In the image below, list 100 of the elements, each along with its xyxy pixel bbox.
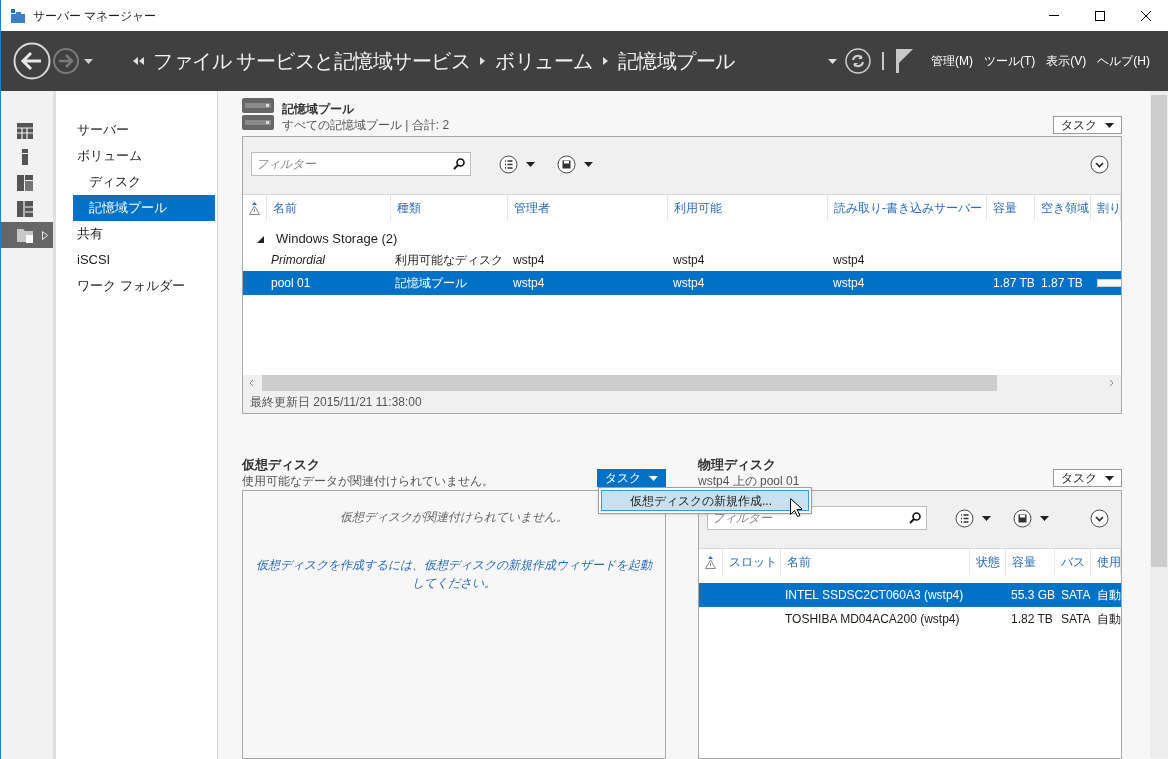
table-cell: SATA xyxy=(1061,612,1091,626)
column-header[interactable]: スロット xyxy=(722,549,781,575)
column-header[interactable]: 名前 xyxy=(266,195,391,221)
breadcrumb-link[interactable]: ファイル サービスと記憶域サービス xyxy=(153,46,471,76)
chevron-right-icon[interactable] xyxy=(602,57,608,65)
caret-icon[interactable] xyxy=(828,58,837,64)
chevron-right-icon[interactable] xyxy=(480,57,486,65)
menu-item[interactable]: ヘルプ(H) xyxy=(1097,52,1150,70)
column-header[interactable]: 管理者 xyxy=(508,195,668,221)
table-cell: INTEL SSDSC2CT060A3 (wstp4) xyxy=(785,588,964,602)
menu-item[interactable]: 表示(V) xyxy=(1046,52,1087,70)
table-row[interactable]: INTEL SSDSC2CT060A3 (wstp4) 55.3 GB SATA 自動 xyxy=(699,583,1121,607)
section-title: 仮想ディスク xyxy=(242,456,321,473)
table-cell: 自動 xyxy=(1097,612,1121,626)
scrollbar[interactable] xyxy=(1150,91,1168,758)
section-subtitle: すべての記憶域プール | 合計: 2 xyxy=(282,117,450,133)
table-row[interactable]: Primordial 利用可能なディスク wstp4 wstp4 wstp4 xyxy=(243,249,1121,271)
chevron-right-icon xyxy=(42,230,48,240)
breadcrumb-link[interactable]: 記憶域プール xyxy=(617,46,735,76)
table-cell: 55.3 GB xyxy=(1011,588,1055,602)
forward-icon[interactable] xyxy=(53,48,79,74)
last-updated-text: 最終更新日 2015/11/21 11:38:00 xyxy=(250,394,422,411)
column-header[interactable]: 容量 xyxy=(987,195,1036,221)
task-button[interactable]: タスク xyxy=(597,469,666,487)
task-button[interactable]: タスク xyxy=(1053,116,1122,134)
table-cell: 自動 xyxy=(1097,588,1121,602)
section-subtitle: 使用可能なデータが関連付けられていません。 xyxy=(242,473,494,490)
search-icon[interactable] xyxy=(909,512,921,524)
search-icon[interactable] xyxy=(453,158,465,170)
expand-icon[interactable] xyxy=(1090,155,1109,174)
column-header[interactable]: 割り xyxy=(1091,195,1121,221)
hint-text: 仮想ディスクを作成するには、仮想ディスクの新規作成ウィザードを起動してください。 xyxy=(255,557,654,592)
table-cell: wstp4 xyxy=(673,253,705,267)
nav-item[interactable]: 記憶域プール xyxy=(73,195,215,221)
list-icon[interactable] xyxy=(499,155,518,174)
expand-icon[interactable] xyxy=(1090,509,1109,528)
column-header[interactable]: 容量 xyxy=(1005,549,1056,575)
breadcrumb-link[interactable]: ボリューム xyxy=(495,46,593,76)
column-header[interactable]: 種類 xyxy=(390,195,509,221)
caret-icon[interactable] xyxy=(1105,475,1114,481)
task-button[interactable]: タスク xyxy=(1053,469,1122,487)
table-cell: pool 01 xyxy=(271,276,311,290)
table-cell: wstp4 xyxy=(513,276,545,290)
nav-item[interactable]: ディスク xyxy=(73,169,215,195)
double-arrow-icon[interactable] xyxy=(133,57,145,65)
folder-icon[interactable] xyxy=(17,227,33,243)
nav-item[interactable]: ワーク フォルダー xyxy=(73,273,215,299)
caret-icon[interactable] xyxy=(526,162,535,167)
warning-icon[interactable] xyxy=(704,555,716,569)
caret-icon[interactable] xyxy=(982,516,991,521)
column-header[interactable]: 名前 xyxy=(780,549,970,575)
table-cell: TOSHIBA MD04ACA200 (wstp4) xyxy=(785,612,960,626)
save-icon[interactable] xyxy=(557,155,576,174)
back-icon[interactable] xyxy=(13,42,51,80)
refresh-icon[interactable] xyxy=(845,48,871,74)
dashboard-icon[interactable] xyxy=(17,123,33,139)
list-icon[interactable] xyxy=(955,509,974,528)
column-header[interactable]: 空き領域 xyxy=(1035,195,1092,221)
column-header[interactable]: 利用可能 xyxy=(668,195,828,221)
save-icon[interactable] xyxy=(1013,509,1032,528)
empty-message: 仮想ディスクが関連付けられていません。 xyxy=(340,509,568,526)
caret-icon[interactable] xyxy=(1040,516,1049,521)
menu-item[interactable]: 仮想ディスクの新規作成... xyxy=(601,490,809,511)
column-header[interactable]: 状態 xyxy=(969,549,1006,575)
nav-item[interactable]: ボリューム xyxy=(73,143,215,169)
app-icon xyxy=(10,7,26,24)
menu-item[interactable]: ツール(T) xyxy=(984,52,1036,70)
caret-icon[interactable] xyxy=(1105,122,1114,128)
nav-item[interactable]: 共有 xyxy=(73,221,215,247)
flag-icon[interactable] xyxy=(895,49,913,73)
table-row[interactable]: TOSHIBA MD04ACA200 (wstp4) 1.82 TB SATA 自動 xyxy=(699,607,1121,631)
section-title: 物理ディスク xyxy=(698,456,777,473)
caret-icon[interactable] xyxy=(584,162,593,167)
expanded-icon[interactable] xyxy=(257,235,264,243)
table-cell: Primordial xyxy=(271,253,325,267)
table-cell: 記憶域プール xyxy=(395,276,467,290)
warning-icon[interactable] xyxy=(248,201,260,215)
column-header[interactable]: 使用 xyxy=(1091,549,1121,575)
table-cell: 1.87 TB xyxy=(993,276,1035,290)
window-title: サーバー マネージャー xyxy=(33,7,157,25)
scrollbar[interactable] xyxy=(243,375,1121,391)
table-cell: wstp4 xyxy=(513,253,545,267)
table-cell: SATA xyxy=(1061,588,1091,602)
table-cell: wstp4 xyxy=(833,276,865,290)
table-cell: 1.82 TB xyxy=(1011,612,1053,626)
section-title: 記憶域プール xyxy=(282,101,355,117)
table-cell: 利用可能なディスク xyxy=(395,253,503,267)
menu-item[interactable]: 管理(M) xyxy=(931,52,973,70)
group-label: Windows Storage (2) xyxy=(276,230,398,249)
table-row[interactable]: pool 01 記憶域プール wstp4 wstp4 wstp4 1.87 TB 1.87 TB xyxy=(243,271,1121,295)
column-header[interactable]: 読み取り-書き込みサーバー xyxy=(827,195,988,221)
table-cell: wstp4 xyxy=(673,276,705,290)
nav-item[interactable]: iSCSI xyxy=(73,247,215,273)
filter-field[interactable]: フィルター xyxy=(251,152,471,176)
column-header[interactable]: バス xyxy=(1055,549,1092,575)
nav-item[interactable]: サーバー xyxy=(73,117,215,143)
caret-icon[interactable] xyxy=(84,58,93,64)
maximize-icon[interactable] xyxy=(1095,10,1105,21)
section-subtitle: wstp4 上の pool 01 xyxy=(698,473,800,490)
close-icon[interactable] xyxy=(1141,10,1151,21)
